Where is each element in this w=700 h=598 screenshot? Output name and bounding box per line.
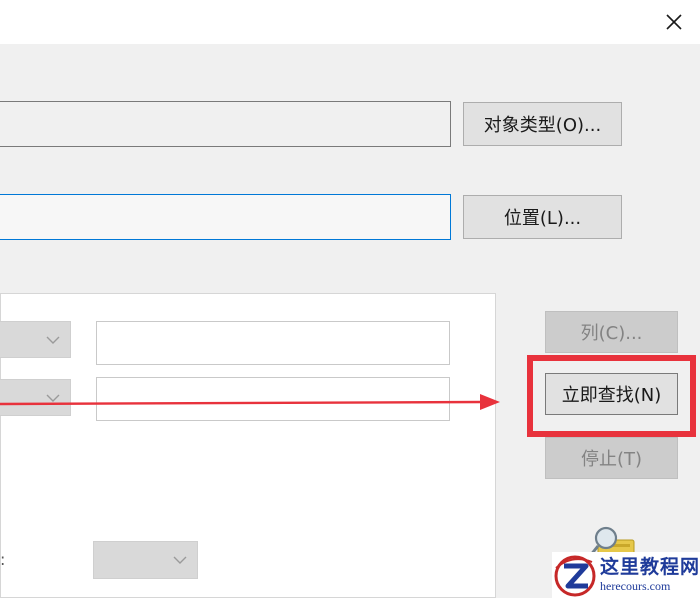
chevron-down-icon <box>46 336 60 344</box>
name-input[interactable] <box>96 321 450 365</box>
chevron-down-icon <box>173 556 187 564</box>
field-label-colon: : <box>0 550 6 569</box>
close-icon <box>666 14 682 30</box>
columns-button[interactable]: 列(C)... <box>545 311 678 353</box>
site-watermark: 这里教程网 herecours.com <box>552 552 700 598</box>
locations-button[interactable]: 位置(L)... <box>463 195 622 239</box>
object-types-button[interactable]: 对象类型(O)... <box>463 102 622 146</box>
location-field[interactable] <box>0 194 451 240</box>
annotation-arrow <box>0 394 500 410</box>
dialog-title-bar <box>0 0 700 44</box>
close-button[interactable] <box>656 4 692 40</box>
name-condition-combo[interactable] <box>0 321 71 358</box>
watermark-en-text: herecours.com <box>600 579 671 593</box>
stop-button[interactable]: 停止(T) <box>545 437 678 479</box>
watermark-logo-icon <box>554 555 596 597</box>
days-since-logon-combo[interactable] <box>93 541 198 579</box>
object-type-field[interactable] <box>0 101 451 147</box>
find-now-button[interactable]: 立即查找(N) <box>545 373 678 415</box>
watermark-cn-text: 这里教程网 <box>600 556 700 578</box>
common-queries-panel <box>0 293 496 598</box>
